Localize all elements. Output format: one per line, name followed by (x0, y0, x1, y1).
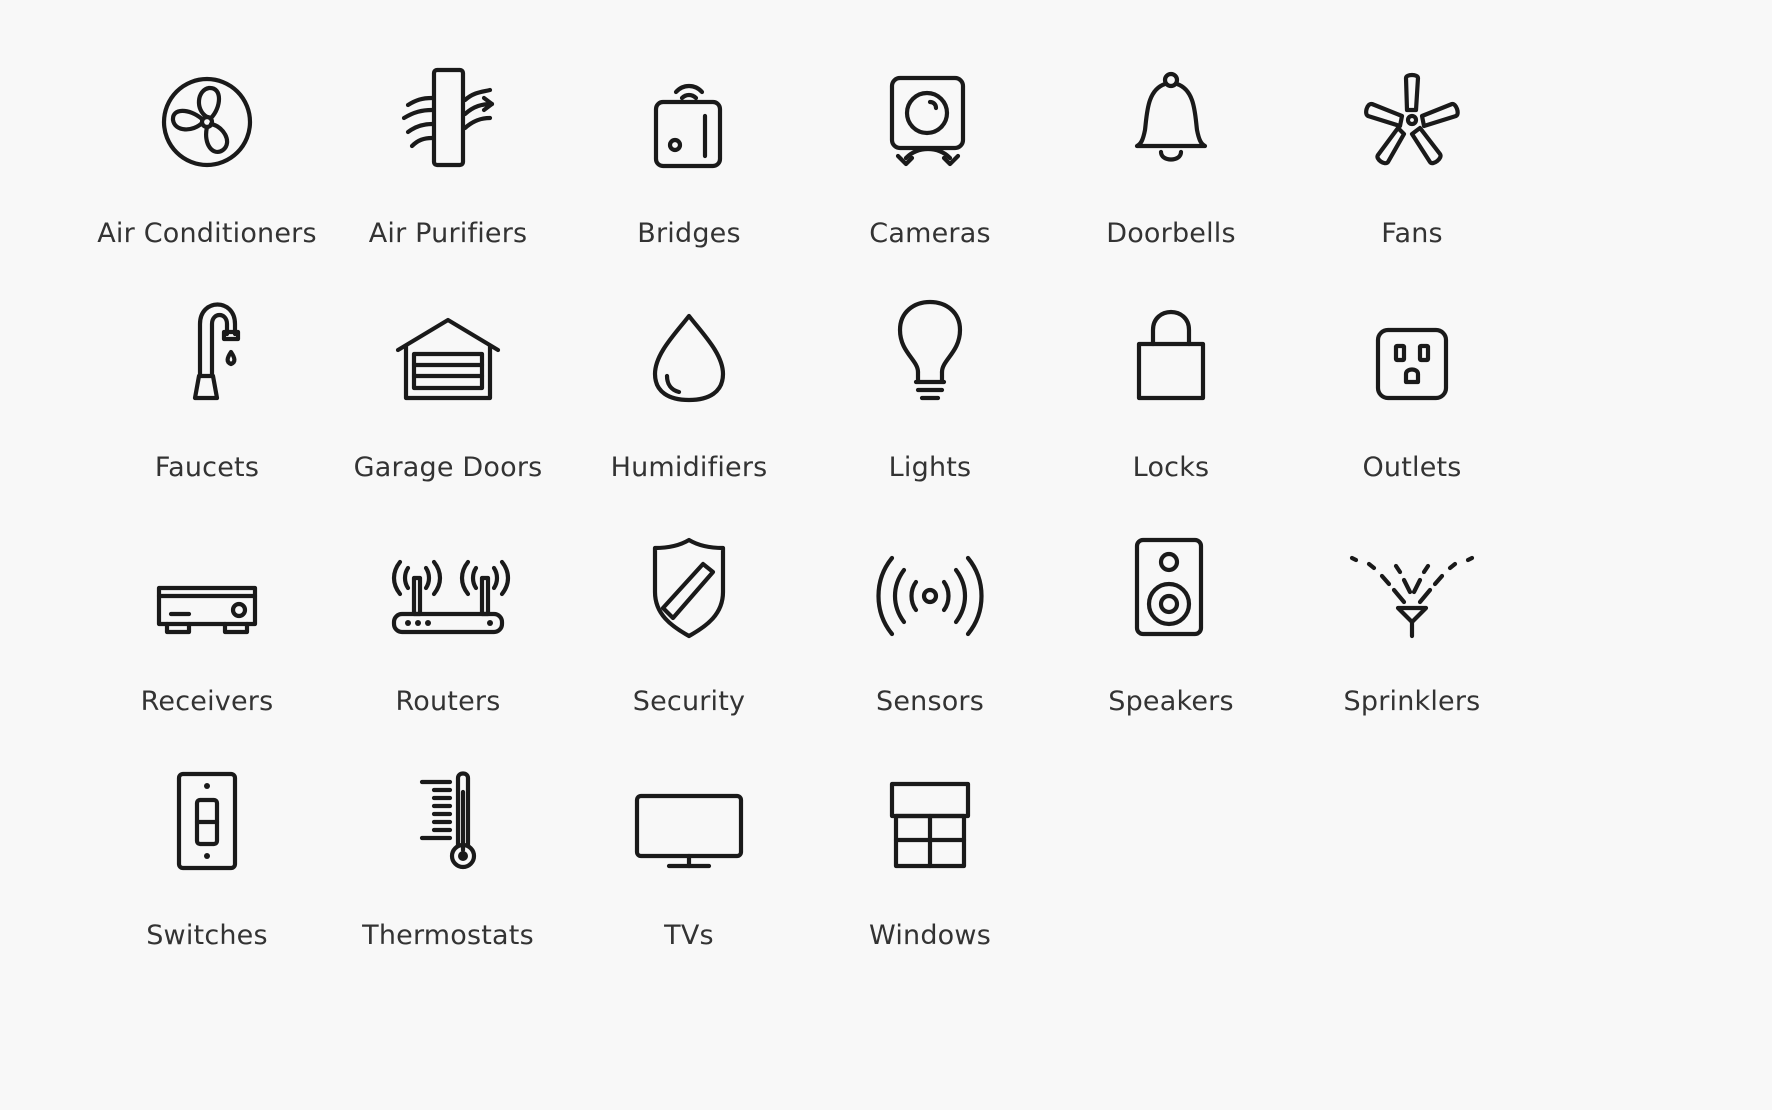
accessory-category-grid: Air Conditioners Air Purifiers Bridges C… (0, 0, 1772, 1110)
category-switches[interactable]: Switches (87, 762, 327, 962)
category-air-purifiers[interactable]: Air Purifiers (328, 60, 568, 260)
av-receiver-icon (137, 528, 277, 658)
category-cameras[interactable]: Cameras (810, 60, 1050, 260)
category-air-conditioners[interactable]: Air Conditioners (87, 60, 327, 260)
category-label: Garage Doors (353, 452, 543, 483)
category-doorbells[interactable]: Doorbells (1051, 60, 1291, 260)
category-label: Windows (869, 920, 991, 951)
category-label: TVs (664, 920, 714, 951)
category-security[interactable]: Security (569, 528, 809, 728)
thermometer-icon (378, 762, 518, 892)
category-label: Doorbells (1106, 218, 1236, 249)
category-routers[interactable]: Routers (328, 528, 568, 728)
category-label: Thermostats (362, 920, 534, 951)
doorbell-icon (1101, 60, 1241, 190)
category-bridges[interactable]: Bridges (569, 60, 809, 260)
category-receivers[interactable]: Receivers (87, 528, 327, 728)
television-icon (619, 762, 759, 892)
category-speakers[interactable]: Speakers (1051, 528, 1291, 728)
category-label: Security (632, 686, 746, 717)
faucet-icon (137, 294, 277, 424)
category-label: Locks (1132, 452, 1210, 483)
category-tvs[interactable]: TVs (569, 762, 809, 962)
category-label: Speakers (1108, 686, 1234, 717)
category-label: Switches (146, 920, 268, 951)
category-sprinklers[interactable]: Sprinklers (1292, 528, 1532, 728)
category-lights[interactable]: Lights (810, 294, 1050, 494)
category-thermostats[interactable]: Thermostats (328, 762, 568, 962)
power-outlet-icon (1342, 294, 1482, 424)
sensor-waves-icon (860, 528, 1000, 658)
wifi-router-icon (378, 528, 518, 658)
category-label: Receivers (140, 686, 274, 717)
category-locks[interactable]: Locks (1051, 294, 1291, 494)
category-sensors[interactable]: Sensors (810, 528, 1050, 728)
air-conditioner-fan-icon (137, 60, 277, 190)
speaker-icon (1101, 528, 1241, 658)
bridge-hub-icon (619, 60, 759, 190)
category-label: Outlets (1362, 452, 1462, 483)
padlock-icon (1101, 294, 1241, 424)
air-purifier-icon (378, 60, 518, 190)
ceiling-fan-icon (1342, 60, 1482, 190)
security-shield-icon (619, 528, 759, 658)
category-windows[interactable]: Windows (810, 762, 1050, 962)
category-label: Sensors (875, 686, 985, 717)
category-label: Cameras (869, 218, 991, 249)
category-label: Routers (395, 686, 501, 717)
category-fans[interactable]: Fans (1292, 60, 1532, 260)
light-switch-icon (137, 762, 277, 892)
category-label: Sprinklers (1343, 686, 1481, 717)
window-icon (860, 762, 1000, 892)
category-label: Faucets (154, 452, 260, 483)
camera-icon (860, 60, 1000, 190)
sprinkler-icon (1342, 528, 1482, 658)
category-label: Bridges (637, 218, 741, 249)
water-drop-icon (619, 294, 759, 424)
category-label: Lights (888, 452, 972, 483)
category-humidifiers[interactable]: Humidifiers (569, 294, 809, 494)
light-bulb-icon (860, 294, 1000, 424)
category-label: Air Conditioners (97, 218, 317, 249)
category-outlets[interactable]: Outlets (1292, 294, 1532, 494)
category-label: Fans (1381, 218, 1443, 249)
garage-door-icon (378, 294, 518, 424)
category-label: Air Purifiers (368, 218, 528, 249)
category-label: Humidifiers (610, 452, 768, 483)
category-garage-doors[interactable]: Garage Doors (328, 294, 568, 494)
category-faucets[interactable]: Faucets (87, 294, 327, 494)
